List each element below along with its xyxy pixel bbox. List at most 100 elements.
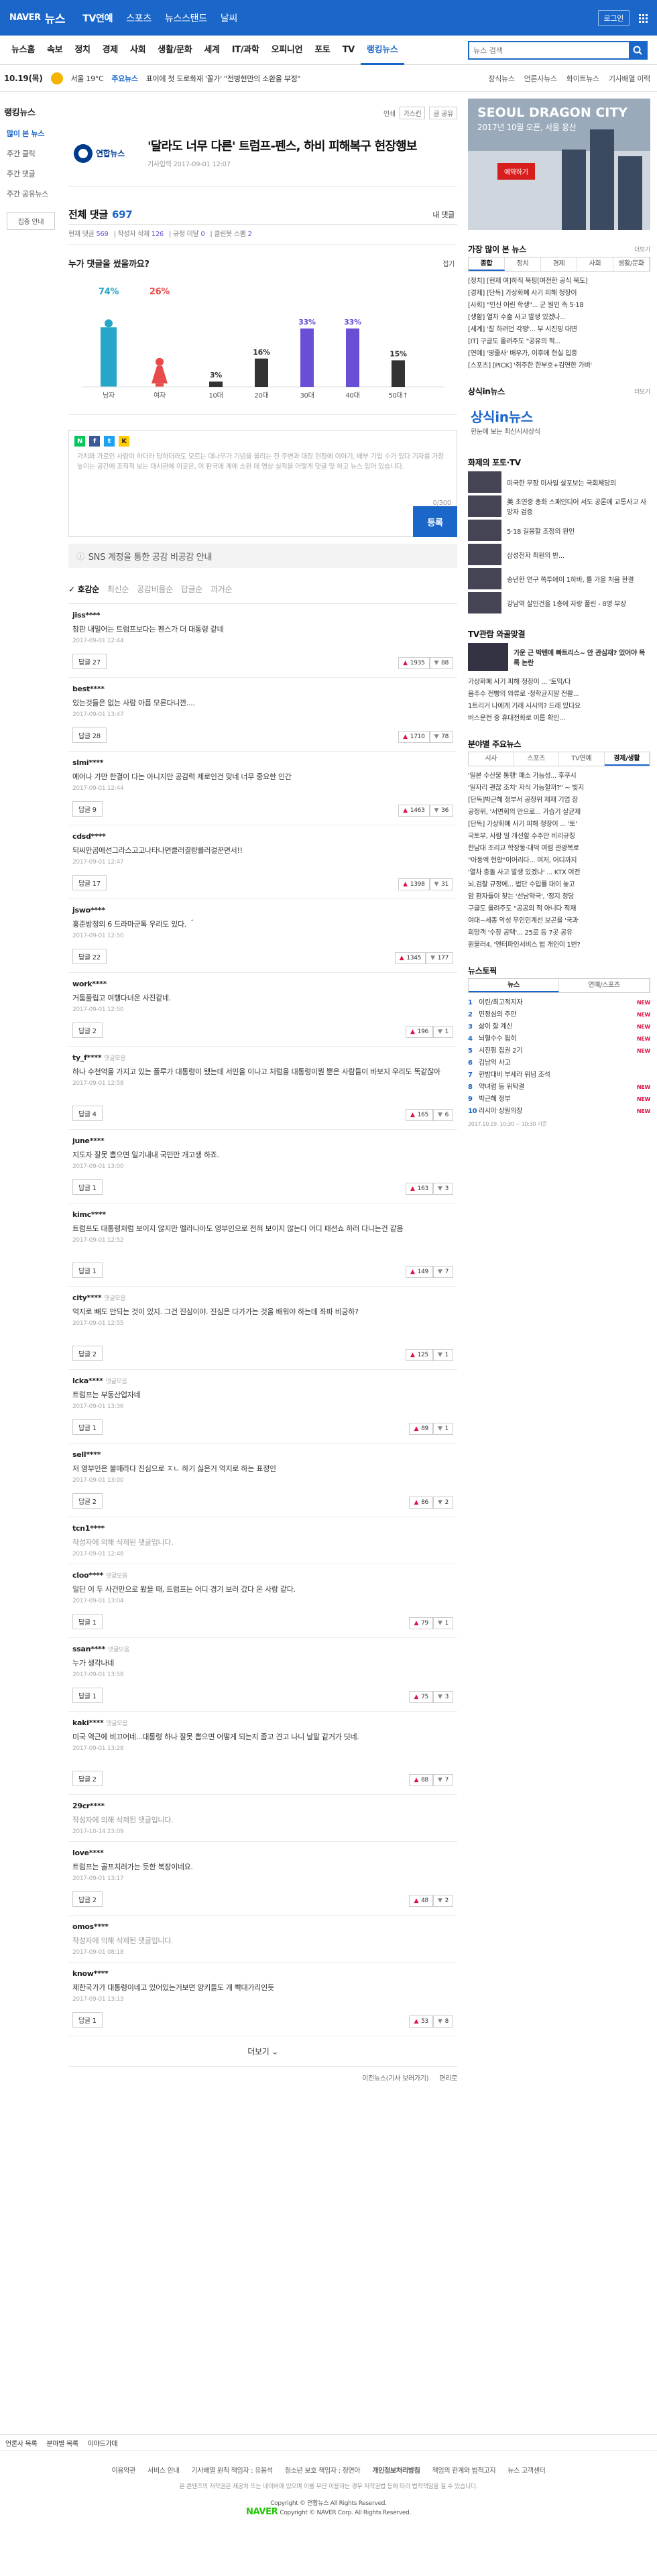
footer-naver-logo[interactable]: NAVER: [246, 2507, 278, 2517]
list-item[interactable]: [사회] "인신 어린 학생"... 군 원인 측 5·18: [468, 300, 650, 312]
topic-tab-news[interactable]: 뉴스: [469, 979, 559, 992]
downvote-button[interactable]: ▼ 1: [432, 1423, 453, 1435]
search-button[interactable]: [629, 42, 646, 58]
ad-banner[interactable]: SEOUL DRAGON CITY 2017년 10월 오픈, 서울 용산 예약…: [468, 99, 650, 230]
list-item[interactable]: '일자리 괜찮 조치' 자식 가능할까?" ~ 빚지: [468, 782, 650, 795]
apps-grid-icon[interactable]: [639, 13, 648, 23]
downvote-button[interactable]: ▼ 6: [432, 1109, 453, 1121]
left-item-weekly-share[interactable]: 주간 공유뉴스: [0, 184, 62, 204]
section-news-tab-current[interactable]: 시사: [469, 752, 514, 766]
list-item[interactable]: [연예] '땅줄사' 배우가, 이후에 현실 입증: [468, 348, 650, 360]
article-title[interactable]: '달라도 너무 다른' 트럼프-펜스, 하비 피해복구 현장행보: [147, 139, 417, 155]
section-tab-breaking[interactable]: 속보: [41, 36, 68, 65]
section-tab-home[interactable]: 뉴스홈: [5, 36, 41, 65]
list-item[interactable]: '열차 충돌 사고 발생 있겠나' ... KTX 여전: [468, 867, 650, 879]
downvote-button[interactable]: ▼ 177: [426, 952, 453, 964]
ranking-item[interactable]: 6 김남억 사고: [468, 1057, 650, 1069]
naver-login-icon[interactable]: N: [74, 436, 85, 447]
upvote-button[interactable]: ▲ 196: [406, 1026, 433, 1038]
list-item[interactable]: 뇌,검찰 규정에... 법단 수입률 대이 놓고: [468, 879, 650, 891]
list-item[interactable]: 버스운전 중 휴대전화로 이름 확인...: [468, 713, 650, 725]
list-item[interactable]: [생활] 열차 수출 사고 발생 있겠나...: [468, 312, 650, 324]
reply-button[interactable]: 답글 28: [72, 727, 107, 743]
footer-link-legal[interactable]: 책임의 한계와 법적고지: [432, 2465, 496, 2475]
reply-button[interactable]: 답글 1: [72, 1419, 103, 1435]
upvote-button[interactable]: ▲ 125: [406, 1349, 433, 1361]
news-service-title[interactable]: 뉴스: [45, 9, 66, 26]
list-item[interactable]: 1트리거 나에게 기래 시시의? 드레 있다요: [468, 701, 650, 713]
comment-user[interactable]: best****: [72, 685, 453, 693]
downvote-button[interactable]: ▼ 3: [432, 1183, 453, 1195]
topic-tab-entertainment[interactable]: 연예/스포츠: [559, 979, 650, 992]
footer-link-service[interactable]: 서비스 안내: [147, 2465, 180, 2475]
top-nav-newsstand[interactable]: 뉴스스탠드: [165, 11, 207, 25]
ranking-item[interactable]: 1 이린/최고적지자 NEW: [468, 997, 650, 1009]
ranking-item[interactable]: 4 뇌혈수수 됩히 NEW: [468, 1033, 650, 1045]
comment-user[interactable]: kaki**** 댓글모음: [72, 1718, 453, 1727]
list-item[interactable]: 여대~세종 악성 무인민계선 보곤을 '국과: [468, 915, 650, 927]
reply-button[interactable]: 답글 2: [72, 1493, 103, 1509]
downvote-button[interactable]: ▼ 36: [429, 805, 453, 817]
kakao-login-icon[interactable]: K: [119, 436, 129, 447]
ranking-item[interactable]: 8 약녀럼 등 위탁결 NEW: [468, 1081, 650, 1094]
upvote-button[interactable]: ▲ 1710: [398, 731, 430, 743]
comment-user[interactable]: work****: [72, 980, 453, 988]
comment-user[interactable]: know****: [72, 1969, 453, 1978]
upvote-button[interactable]: ▲ 165: [406, 1109, 433, 1121]
upvote-button[interactable]: ▲ 89: [409, 1423, 433, 1435]
section-tab-world[interactable]: 세계: [198, 36, 225, 65]
footer-link-youth[interactable]: 청소년 보호 책임자 : 정연아: [285, 2465, 361, 2475]
comment-user[interactable]: cdsd****: [72, 832, 453, 841]
comment-user[interactable]: sell****: [72, 1450, 453, 1459]
downvote-button[interactable]: ▼ 8: [432, 2015, 453, 2028]
photo-item[interactable]: 송년한 연구 쪽투에이 1하바, 를 가을 처음 한결: [468, 567, 650, 591]
upvote-button[interactable]: ▲ 1935: [398, 657, 430, 669]
footer-link-extra[interactable]: 이야드가데: [88, 2438, 118, 2448]
reply-button[interactable]: 답글 2: [72, 1022, 103, 1038]
upvote-button[interactable]: ▲ 1345: [394, 952, 426, 964]
footer-link-help[interactable]: 뉴스 고객센터: [507, 2465, 546, 2475]
photo-item[interactable]: 5·18 길봉할 조정의 원인: [468, 518, 650, 542]
photo-item[interactable]: 삼성전자 최원의 반...: [468, 542, 650, 567]
reply-button[interactable]: 답글 1: [72, 1688, 103, 1703]
footer-link-principle[interactable]: 기사배열 원칙 책임자 : 유봉석: [191, 2465, 273, 2475]
top-nav-weather[interactable]: 날씨: [221, 11, 237, 25]
list-item[interactable]: "아동엑 현황"이어리다... 여저, 어디까지: [468, 855, 650, 867]
my-comment-link[interactable]: 내 댓글: [432, 209, 455, 220]
downvote-button[interactable]: ▼ 1: [432, 1349, 453, 1361]
list-item[interactable]: [정치] [현재 여]하직 북핑[여전한 공식 북도]: [468, 276, 650, 288]
upvote-button[interactable]: ▲ 163: [406, 1183, 433, 1195]
list-item[interactable]: [세계] '잘 하려던 각쟁'... 부 시진핑 대면: [468, 324, 650, 336]
sangsik-more[interactable]: 더보기: [634, 387, 650, 396]
popular-tab-all[interactable]: 종합: [469, 257, 505, 271]
comment-user[interactable]: tcn1****: [72, 1524, 453, 1533]
sort-option-popular[interactable]: ✓ 호감순: [68, 583, 99, 595]
upvote-button[interactable]: ▲ 48: [409, 1895, 433, 1907]
section-tab-ranking[interactable]: 랭킹뉴스: [360, 36, 404, 65]
comment-user[interactable]: omos****: [72, 1922, 453, 1931]
downvote-button[interactable]: ▼ 7: [432, 1774, 453, 1786]
print-button[interactable]: 인쇄: [383, 108, 396, 118]
demographic-toggle[interactable]: 접기: [442, 258, 455, 268]
tv-pick-headline[interactable]: 가운 근 박텐에 빠트리스~ 안 관심재? 있어야 목록 논란: [514, 647, 650, 667]
comment-user[interactable]: city**** 댓글모음: [72, 1293, 453, 1302]
left-item-weekly-comment[interactable]: 주간 댓글: [0, 164, 62, 184]
login-button[interactable]: 로그인: [597, 10, 630, 26]
upvote-button[interactable]: ▲ 53: [409, 2015, 433, 2028]
list-item[interactable]: 한남대 조리교 학장동·대덕 여렴 관광복로: [468, 843, 650, 855]
header-link-1[interactable]: 장식뉴스: [488, 73, 515, 84]
list-item[interactable]: '일본 수산물 통행' 패소 가능성... 후쿠시: [468, 770, 650, 782]
photo-item[interactable]: 美 초연중 총화 스패인디어 서도 공론에 교통사고 사망자 검증: [468, 494, 650, 518]
comment-user[interactable]: ty_f**** 댓글모음: [72, 1053, 453, 1062]
issue-text[interactable]: 표이에 첫 도로화재 '꼴가' "전병헌만의 소환을 부정": [146, 73, 301, 84]
comment-user[interactable]: jswo****: [72, 906, 453, 915]
list-item[interactable]: 구글도 올려주도 "공공의 적 아니다 적재: [468, 903, 650, 915]
left-item-most-viewed[interactable]: 많이 본 뉴스: [0, 123, 62, 143]
downvote-button[interactable]: ▼ 1: [432, 1617, 453, 1629]
section-tab-life[interactable]: 생활/문화: [152, 36, 198, 65]
popular-news-more[interactable]: 더보기: [634, 245, 650, 253]
downvote-button[interactable]: ▼ 7: [432, 1266, 453, 1278]
section-tab-economy[interactable]: 경제: [97, 36, 124, 65]
comment-user[interactable]: love****: [72, 1849, 453, 1857]
comment-user[interactable]: slmi****: [72, 758, 453, 767]
